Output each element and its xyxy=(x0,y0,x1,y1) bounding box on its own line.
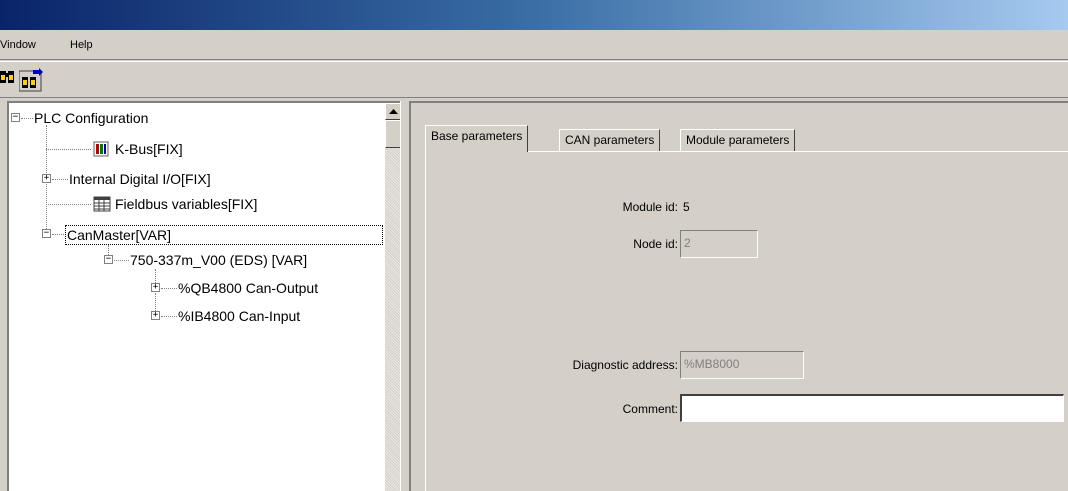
tree-connector xyxy=(161,288,177,289)
menu-bar: Vindow Help xyxy=(0,30,1068,60)
tree-node-internal-digital-io[interactable]: Internal Digital I/O[FIX] xyxy=(69,171,211,187)
tree-node-module-750-337[interactable]: 750-337m_V00 (EDS) [VAR] xyxy=(130,252,307,268)
expand-icon[interactable]: + xyxy=(151,311,160,320)
comment-label: Comment: xyxy=(622,402,678,416)
module-id-label: Module id: xyxy=(622,200,678,214)
menu-window[interactable]: Vindow xyxy=(0,39,36,51)
title-bar xyxy=(0,0,1068,30)
configuration-tree[interactable]: − PLC Configuration K-Bus[FIX] + Interna… xyxy=(7,101,400,491)
tree-connector xyxy=(52,179,68,180)
tree-connector xyxy=(114,260,129,261)
diagnostic-address-label: Diagnostic address: xyxy=(572,358,678,372)
tree-scrollbar[interactable] xyxy=(385,103,400,491)
base-parameters-panel: Module id: 5 Node id: 2 Diagnostic addre… xyxy=(425,151,1068,491)
collapse-icon[interactable]: − xyxy=(42,229,51,238)
toolbar xyxy=(0,61,1068,98)
properties-pane: Base parameters CAN parameters Module pa… xyxy=(409,101,1068,491)
fieldbus-variables-icon xyxy=(93,196,111,212)
tree-node-fieldbus-variables[interactable]: Fieldbus variables[FIX] xyxy=(115,196,257,212)
tab-module-parameters[interactable]: Module parameters xyxy=(680,129,796,151)
tree-connector xyxy=(21,118,33,119)
expand-icon[interactable]: + xyxy=(42,174,51,183)
tree-node-kbus[interactable]: K-Bus[FIX] xyxy=(115,141,183,157)
tree-connector xyxy=(52,234,64,235)
tab-base-parameters[interactable]: Base parameters xyxy=(425,125,529,152)
module-id-value: 5 xyxy=(683,200,690,214)
tree-connector xyxy=(46,149,91,150)
tree-connector xyxy=(155,269,156,283)
node-id-field[interactable]: 2 xyxy=(680,230,758,258)
expand-icon[interactable]: + xyxy=(151,283,160,292)
scroll-up-button[interactable] xyxy=(385,103,400,120)
collapse-icon[interactable]: − xyxy=(11,113,20,122)
diagnostic-address-field[interactable]: %MB8000 xyxy=(680,351,804,379)
find-next-icon[interactable] xyxy=(19,68,43,92)
menu-help[interactable]: Help xyxy=(70,39,93,51)
kbus-icon xyxy=(93,141,109,157)
pane-splitter[interactable] xyxy=(400,101,409,491)
collapse-icon[interactable]: − xyxy=(104,255,113,264)
tree-node-can-output[interactable]: %QB4800 Can-Output xyxy=(178,280,318,296)
tree-node-canmaster[interactable]: CanMaster[VAR] xyxy=(67,227,171,243)
tree-node-plc-configuration[interactable]: PLC Configuration xyxy=(34,110,148,126)
scroll-thumb[interactable] xyxy=(385,120,400,148)
node-id-label: Node id: xyxy=(633,237,678,251)
tab-can-parameters[interactable]: CAN parameters xyxy=(559,129,661,151)
tree-connector xyxy=(46,204,91,205)
comment-input[interactable] xyxy=(680,394,1064,422)
tree-connector xyxy=(155,293,156,311)
tree-node-can-input[interactable]: %IB4800 Can-Input xyxy=(178,308,300,324)
tree-connector xyxy=(161,316,177,317)
